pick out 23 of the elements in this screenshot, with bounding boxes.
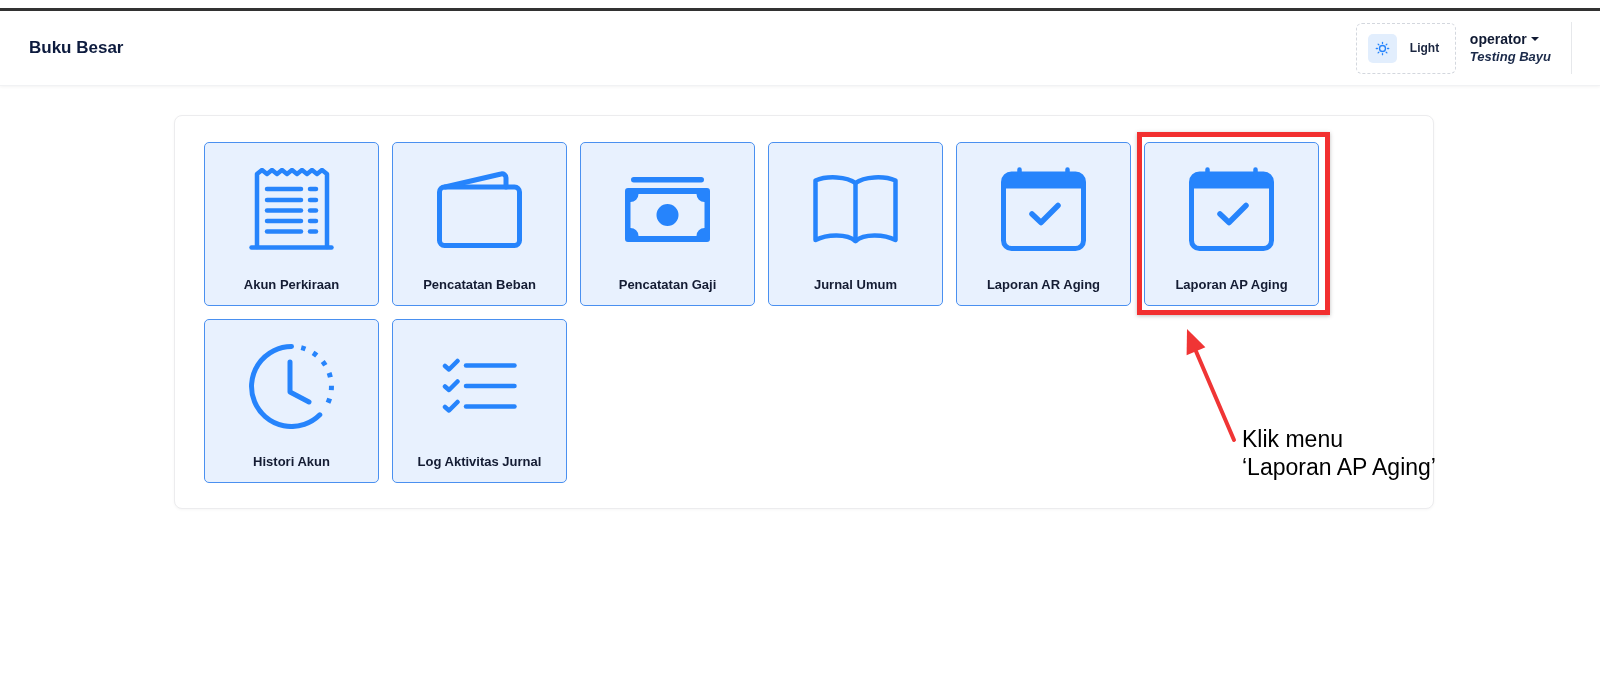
clock-icon — [249, 343, 334, 429]
wallet-icon — [437, 170, 522, 248]
calendar-check-icon — [1189, 167, 1274, 251]
menu-tile[interactable]: Histori Akun — [204, 319, 379, 483]
menu-tile[interactable]: Jurnal Umum — [768, 142, 943, 306]
annotation-text: Klik menu ‘Laporan AP Aging’ — [1242, 425, 1436, 481]
calendar-check-icon — [1001, 167, 1086, 251]
theme-toggle-button[interactable]: Light — [1355, 22, 1456, 74]
receipt-icon — [249, 168, 334, 250]
menu-tile[interactable]: Laporan AP Aging — [1144, 142, 1319, 306]
checklist-icon — [442, 358, 517, 414]
sun-icon — [1367, 33, 1397, 63]
menu-tile[interactable]: Pencatatan Beban — [392, 142, 567, 306]
page-title: Buku Besar — [29, 37, 124, 60]
menu-tile[interactable]: Pencatatan Gaji — [580, 142, 755, 306]
menu-tile[interactable]: Log Aktivitas Jurnal — [392, 319, 567, 483]
open-book-icon — [813, 174, 898, 244]
user-role-label: Testing Bayu — [1469, 48, 1551, 66]
user-menu-button[interactable]: operator — [1469, 30, 1539, 48]
banknote-icon — [625, 176, 710, 242]
menu-tile[interactable]: Laporan AR Aging — [956, 142, 1131, 306]
menu-tile[interactable]: Akun Perkiraan — [204, 142, 379, 306]
caret-icon — [1530, 37, 1539, 41]
